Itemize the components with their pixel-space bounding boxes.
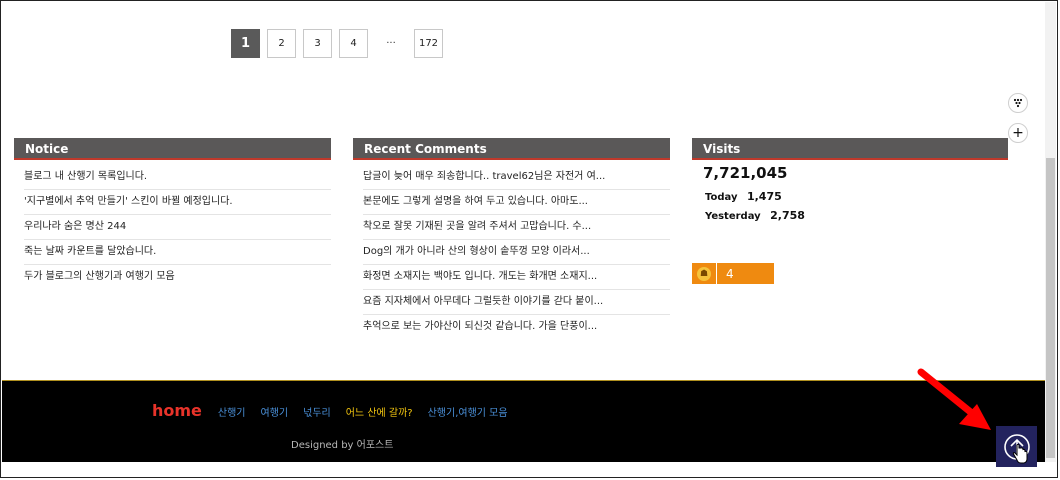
comment-item[interactable]: 요즘 지자체에서 아무데다 그럴듯한 이야기를 갇다 붙이... xyxy=(363,290,670,315)
comment-item[interactable]: 답글이 늦어 매우 죄송합니다.. travel62님은 자전거 여... xyxy=(363,165,670,190)
visits-today-row: Today 1,475 xyxy=(705,190,1008,203)
notice-item[interactable]: 블로그 내 산행기 목록입니다. xyxy=(24,165,331,190)
subscriber-badge[interactable]: ☗ 4 xyxy=(692,263,774,284)
recent-comments-title: Recent Comments xyxy=(353,138,670,160)
visits-widget: Visits 7,721,045 Today 1,475 Yesterday 2… xyxy=(692,138,1008,222)
visits-today-label: Today xyxy=(705,192,738,203)
page-2-button[interactable]: 2 xyxy=(267,29,296,58)
footer-link-hiking[interactable]: 산행기 xyxy=(218,404,246,419)
hand-cursor-icon xyxy=(1012,444,1028,464)
pagination: 1 2 3 4 ··· 172 xyxy=(231,29,443,58)
designed-by: Designed by 어포스트 xyxy=(291,440,394,451)
footer-home-link[interactable]: home xyxy=(152,401,202,420)
page-4-button[interactable]: 4 xyxy=(339,29,368,58)
notice-item[interactable]: 두가 블로그의 산행기과 여행기 모음 xyxy=(24,265,331,289)
visits-today-value: 1,475 xyxy=(746,190,782,203)
notice-widget: Notice 블로그 내 산행기 목록입니다. '지구별에서 추억 만들기' 스… xyxy=(14,138,331,289)
plus-icon[interactable]: + xyxy=(1008,123,1028,143)
page-ellipsis: ··· xyxy=(386,38,396,49)
visits-title: Visits xyxy=(692,138,1008,160)
visits-yesterday-label: Yesterday xyxy=(705,211,761,222)
share-icon[interactable] xyxy=(1008,93,1028,113)
comment-item[interactable]: Dog의 개가 아니라 산의 형상이 솥뚜껑 모양 이라서... xyxy=(363,240,670,265)
notice-list: 블로그 내 산행기 목록입니다. '지구별에서 추억 만들기' 스킨이 바뀔 예… xyxy=(14,165,331,289)
visits-total: 7,721,045 xyxy=(703,164,788,182)
comment-item[interactable]: 착오로 잘못 기재된 곳을 알려 주셔서 고맙습니다. 수... xyxy=(363,215,670,240)
annotation-arrow-icon xyxy=(917,368,991,430)
footer-nav: home 산행기 여행기 넋두리 어느 산에 갈까? 산행기,여행기 모음 xyxy=(152,401,523,420)
footer-link-which-mountain[interactable]: 어느 산에 갈까? xyxy=(346,404,413,419)
footer: home 산행기 여행기 넋두리 어느 산에 갈까? 산행기,여행기 모음 De… xyxy=(2,380,1045,462)
comment-item[interactable]: 추억으로 보는 가야산이 되신것 같습니다. 가을 단풍이... xyxy=(363,315,670,339)
page-content: 1 2 3 4 ··· 172 Notice 블로그 내 산행기 목록입니다. … xyxy=(2,2,1045,462)
comment-item[interactable]: 화정면 소재지는 백야도 입니다. 개도는 화개면 소재지... xyxy=(363,265,670,290)
comments-list: 답글이 늦어 매우 죄송합니다.. travel62님은 자전거 여... 본문… xyxy=(353,165,670,339)
scrollbar-thumb[interactable] xyxy=(1046,158,1055,458)
notice-item[interactable]: '지구별에서 추억 만들기' 스킨이 바뀔 예정입니다. xyxy=(24,190,331,215)
notice-item[interactable]: 죽는 날짜 카운트를 달았습니다. xyxy=(24,240,331,265)
page-last-button[interactable]: 172 xyxy=(414,29,443,58)
page-1-button[interactable]: 1 xyxy=(231,29,260,58)
notice-title: Notice xyxy=(14,138,331,160)
notice-item[interactable]: 우리나라 숨은 명산 244 xyxy=(24,215,331,240)
comment-item[interactable]: 본문에도 그렇게 설명을 하여 두고 있습니다. 아마도... xyxy=(363,190,670,215)
footer-link-musings[interactable]: 넋두리 xyxy=(303,404,331,419)
footer-link-collection[interactable]: 산행기,여행기 모음 xyxy=(428,404,508,419)
badge-count: 4 xyxy=(726,266,734,281)
footer-link-travel[interactable]: 여행기 xyxy=(261,404,289,419)
hiking-icon: ☗ xyxy=(692,263,717,284)
recent-comments-widget: Recent Comments 답글이 늦어 매우 죄송합니다.. travel… xyxy=(353,138,670,339)
page-3-button[interactable]: 3 xyxy=(303,29,332,58)
visits-yesterday-row: Yesterday 2,758 xyxy=(705,209,1008,222)
visits-yesterday-value: 2,758 xyxy=(770,209,805,222)
